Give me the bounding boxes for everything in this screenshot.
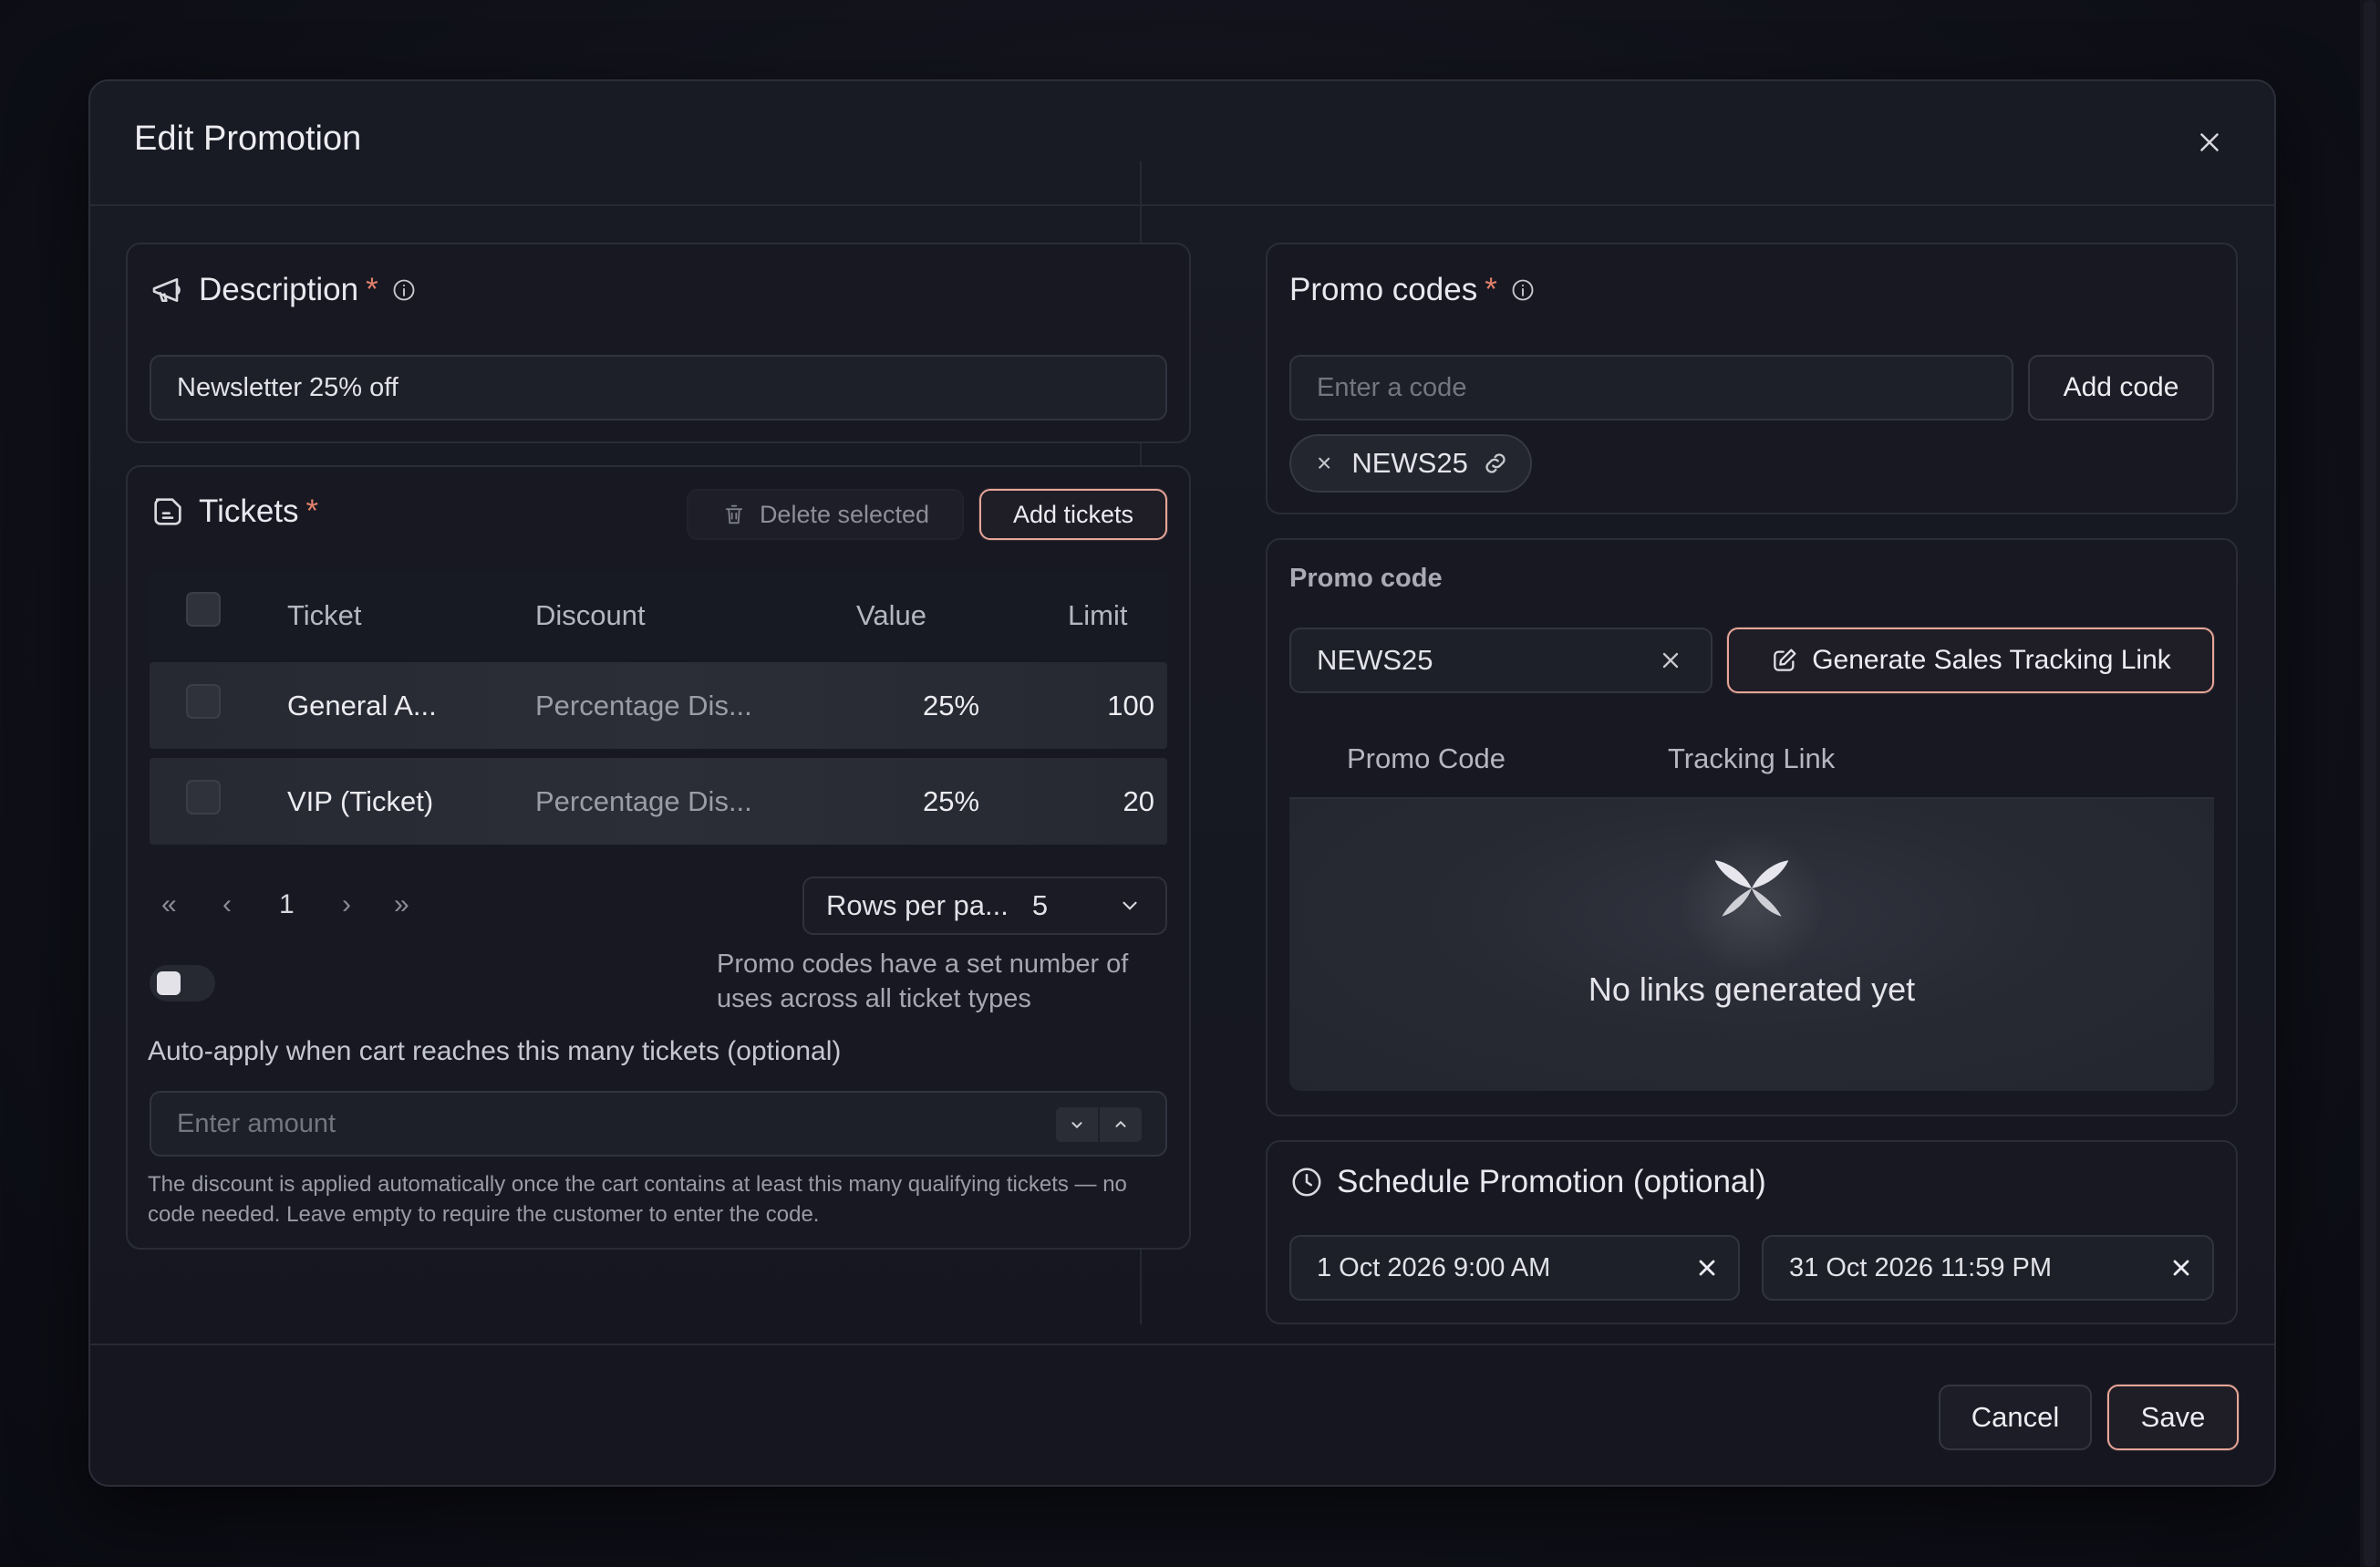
edit-icon	[1774, 649, 1796, 671]
megaphone-icon	[152, 278, 181, 302]
ticket-note-icon	[154, 498, 181, 525]
add-tickets-label: Add tickets	[1012, 500, 1134, 528]
required-mark: *	[305, 493, 319, 529]
last-page-button[interactable]: »	[394, 889, 409, 920]
increment-button[interactable]	[1100, 1107, 1142, 1142]
toggle-note: Promo codes have a set number of uses ac…	[717, 950, 1129, 1013]
schedule-start-input[interactable]: 1 Oct 2026 9:00 AM	[1289, 1235, 1740, 1301]
save-button[interactable]: Save	[2107, 1385, 2239, 1450]
tab-tracking-link[interactable]: Tracking Link	[1668, 742, 1835, 775]
description-input[interactable]: Newsletter 25% off	[150, 355, 1167, 420]
column-limit[interactable]: Limit	[1068, 599, 1127, 632]
required-mark: *	[366, 272, 378, 307]
tab-promo-code[interactable]: Promo Code	[1347, 742, 1506, 775]
auto-apply-input[interactable]	[150, 1091, 1167, 1157]
promo-code-label: Promo code	[1289, 564, 1443, 593]
info-icon[interactable]	[391, 277, 417, 303]
description-heading: Description *	[150, 272, 417, 308]
add-code-label: Add code	[2063, 372, 2179, 402]
column-value[interactable]: Value	[856, 599, 926, 632]
chevron-down-icon	[1071, 1122, 1082, 1129]
cell-ticket: VIP (Ticket)	[287, 785, 434, 817]
first-page-button[interactable]: «	[161, 889, 177, 920]
row-checkbox[interactable]	[186, 780, 221, 815]
decrement-button[interactable]	[1056, 1107, 1098, 1142]
row-checkbox[interactable]	[186, 684, 221, 719]
delete-selected-label: Delete selected	[759, 500, 930, 528]
cell-value: 25%	[923, 785, 980, 817]
chevron-down-icon	[1123, 901, 1137, 910]
clear-icon[interactable]	[1658, 648, 1683, 673]
select-all-checkbox[interactable]	[186, 592, 221, 627]
description-value: Newsletter 25% off	[177, 372, 398, 402]
schedule-heading: Schedule Promotion (optional)	[1289, 1164, 1766, 1200]
generate-tracking-link-button[interactable]: Generate Sales Tracking Link	[1727, 628, 2214, 693]
promo-code-select[interactable]: NEWS25	[1289, 628, 1713, 693]
column-ticket[interactable]: Ticket	[287, 599, 362, 632]
close-icon[interactable]	[2194, 127, 2225, 158]
rows-per-page-label: Rows per pa...	[826, 889, 1009, 921]
cell-discount: Percentage Dis...	[535, 785, 752, 817]
chip-remove-icon[interactable]: ×	[1317, 449, 1331, 478]
dialog-title: Edit Promotion	[134, 119, 362, 158]
table-row[interactable]: General A... Percentage Dis... 25% 100	[150, 662, 1167, 749]
shared-uses-toggle[interactable]	[150, 965, 215, 1001]
cell-limit: 100	[1107, 690, 1154, 721]
schedule-title: Schedule Promotion (optional)	[1337, 1164, 1766, 1199]
link-icon[interactable]	[1481, 449, 1510, 478]
cell-value: 25%	[923, 690, 980, 721]
trash-icon	[725, 504, 743, 524]
clock-icon	[1292, 1167, 1321, 1197]
scrollbar-thumb[interactable]	[2364, 0, 2376, 1567]
chip-code-text: NEWS25	[1351, 447, 1468, 479]
auto-apply-input-field[interactable]	[177, 1108, 1165, 1139]
table-row[interactable]: VIP (Ticket) Percentage Dis... 25% 20	[150, 758, 1167, 845]
dialog-header: Edit Promotion	[90, 81, 2274, 206]
clear-icon[interactable]	[2168, 1255, 2194, 1281]
generate-tracking-link-label: Generate Sales Tracking Link	[1812, 645, 2171, 675]
clear-icon[interactable]	[1694, 1255, 1720, 1281]
promo-codes-title: Promo codes	[1289, 272, 1478, 307]
schedule-end-value: 31 Oct 2026 11:59 PM	[1789, 1252, 2053, 1282]
toggle-knob	[157, 971, 181, 995]
tickets-title: Tickets	[199, 493, 299, 529]
add-code-button[interactable]: Add code	[2028, 355, 2214, 420]
auto-apply-label: Auto-apply when cart reaches this many t…	[148, 1036, 842, 1066]
promo-codes-heading: Promo codes *	[1289, 272, 1536, 308]
save-label: Save	[2140, 1401, 2206, 1433]
tracking-tabs: Promo Code Tracking Link	[1289, 721, 2214, 799]
promo-code-input[interactable]	[1289, 355, 2013, 420]
tracking-links-empty-state: No links generated yet	[1289, 799, 2214, 1091]
delete-selected-button[interactable]: Delete selected	[687, 489, 964, 540]
rows-per-page-value: 5	[1031, 889, 1049, 921]
cancel-button[interactable]: Cancel	[1939, 1385, 2092, 1450]
empty-state-text: No links generated yet	[1588, 970, 1916, 1008]
tickets-table-header: Ticket Discount Value Limit	[150, 572, 1167, 659]
sparkle-icon	[1714, 860, 1789, 917]
rows-per-page-select[interactable]: Rows per pa... 5	[802, 877, 1167, 935]
promo-code-selected: NEWS25	[1317, 644, 1433, 676]
schedule-start-value: 1 Oct 2026 9:00 AM	[1317, 1252, 1551, 1282]
cell-limit: 20	[1123, 785, 1154, 817]
description-title: Description	[199, 272, 359, 307]
promo-code-input-field[interactable]	[1317, 372, 2012, 403]
cancel-label: Cancel	[1971, 1401, 2060, 1433]
schedule-end-input[interactable]: 31 Oct 2026 11:59 PM	[1762, 1235, 2214, 1301]
promo-code-chip[interactable]: × NEWS25	[1289, 434, 1532, 493]
column-discount[interactable]: Discount	[535, 599, 646, 632]
cell-ticket: General A...	[287, 690, 437, 721]
add-tickets-button[interactable]: Add tickets	[979, 489, 1167, 540]
auto-apply-help: The discount is applied automatically on…	[148, 1172, 1127, 1227]
required-mark: *	[1485, 272, 1497, 307]
prev-page-button[interactable]: ‹	[222, 889, 232, 920]
page-scrollbar[interactable]	[2360, 0, 2380, 1567]
tickets-heading: Tickets *	[150, 493, 318, 530]
chevron-up-icon	[1115, 1120, 1126, 1127]
cell-discount: Percentage Dis...	[535, 690, 752, 721]
page-number[interactable]: 1	[279, 889, 295, 920]
next-page-button[interactable]: ›	[342, 889, 351, 920]
info-icon[interactable]	[1510, 277, 1536, 303]
